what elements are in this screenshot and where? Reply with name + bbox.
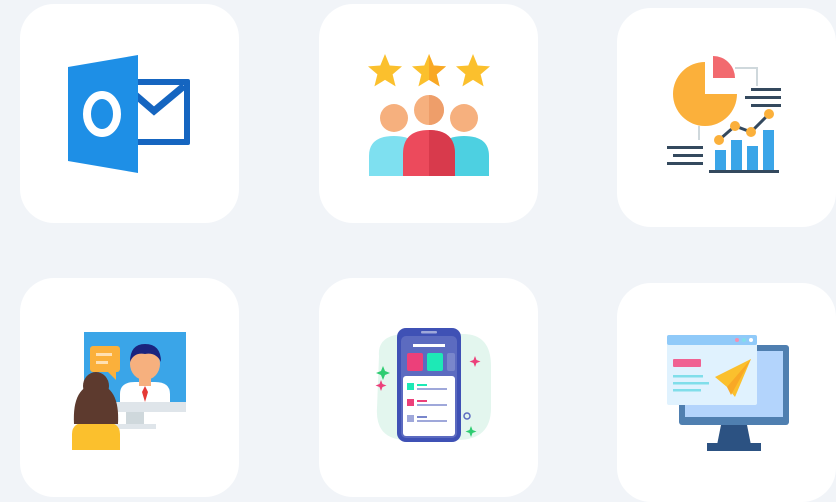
customer-rating-icon (367, 53, 490, 176)
video-call-icon (71, 331, 186, 450)
mobile-app-icon (375, 327, 491, 442)
data-analytics-icon (666, 55, 781, 173)
email-campaign-icon (666, 334, 789, 451)
app-tile-outlook[interactable] (20, 4, 239, 223)
app-tile-analytics[interactable] (617, 8, 836, 227)
star-icon (367, 53, 402, 86)
app-tile-mobile-app[interactable] (319, 278, 538, 497)
app-tile-rating[interactable] (319, 4, 538, 223)
app-tile-video-call[interactable] (20, 278, 239, 497)
outlook-mail-icon (67, 54, 190, 173)
star-icon (455, 53, 490, 86)
app-tile-email-campaign[interactable] (617, 283, 836, 502)
